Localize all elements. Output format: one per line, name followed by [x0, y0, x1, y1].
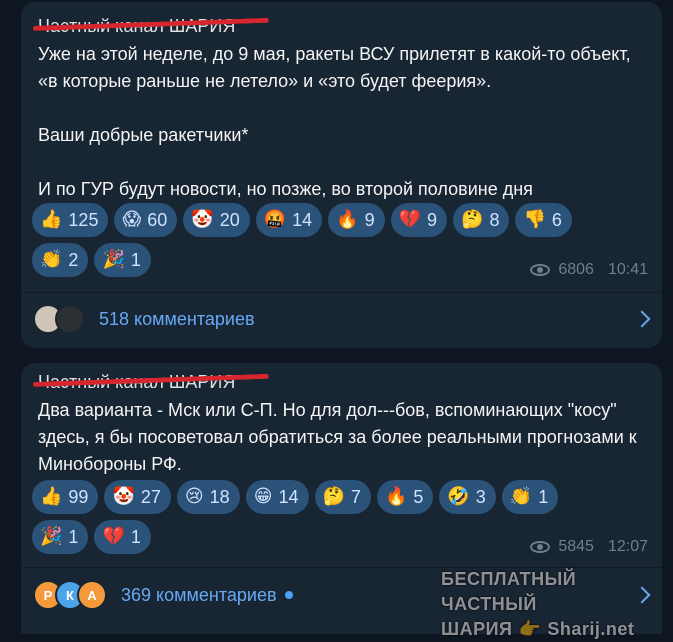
comments-link[interactable]: 518 комментариев	[33, 294, 651, 344]
views-eye-icon	[530, 264, 551, 276]
reaction-broken-heart[interactable]: 💔 9	[390, 203, 448, 237]
reaction-clown[interactable]: 🤡 27	[104, 480, 171, 514]
reaction-broken-heart[interactable]: 💔 1	[94, 520, 151, 554]
watermark-line2a: ШАРИЯ	[441, 619, 513, 639]
reaction-thumbs-down[interactable]: 👎 6	[515, 203, 572, 237]
reaction-crying[interactable]: 😢 18	[176, 480, 240, 514]
avatar	[55, 304, 85, 334]
message-bubble[interactable]: Частный канал ШАРИЯ Уже на этой неделе, …	[21, 2, 662, 348]
chevron-right-icon	[633, 310, 651, 328]
unread-dot-icon	[284, 591, 293, 599]
reaction-clap[interactable]: 👏 2	[32, 243, 89, 277]
watermark-line2b: Sharij.net	[547, 619, 635, 639]
reaction-clap[interactable]: 👏 1	[501, 480, 559, 514]
message-paragraph: И по ГУР будут новости, но позже, во вто…	[38, 179, 533, 199]
reaction-thinking[interactable]: 🤔 7	[314, 480, 371, 514]
message-meta: 5845 12:07	[530, 538, 648, 556]
avatar: А	[77, 580, 107, 610]
message-paragraph: Два варианта - Мск или С-П. Но для дол--…	[38, 400, 637, 474]
reaction-thumbs-up[interactable]: 👍 125	[32, 203, 109, 237]
comments-divider	[21, 292, 662, 293]
watermark: БЕСПЛАТНЫЙ ЧАСТНЫЙ ШАРИЯ 👉 Sharij.net	[441, 567, 673, 642]
message-paragraph: Ваши добрые ракетчики*	[38, 125, 249, 145]
reaction-fire[interactable]: 🔥 9	[328, 203, 385, 237]
message-meta: 6806 10:41	[530, 261, 648, 279]
reaction-rofl[interactable]: 🤣 3	[439, 480, 496, 514]
view-count: 6806	[558, 261, 594, 278]
message-paragraph: Уже на этой неделе, до 9 мая, ракеты ВСУ…	[38, 44, 631, 91]
reaction-cursing[interactable]: 🤬 14	[255, 203, 323, 237]
reaction-thinking[interactable]: 🤔 8	[453, 203, 510, 237]
message-text: Уже на этой неделе, до 9 мая, ракеты ВСУ…	[38, 41, 653, 203]
message-time: 10:41	[607, 261, 648, 278]
views-eye-icon	[530, 541, 551, 553]
reaction-fire[interactable]: 🔥 5	[376, 480, 434, 514]
commenter-avatars: Р К А	[33, 580, 107, 610]
commenter-avatars	[33, 304, 85, 334]
comments-count-label: 518 комментариев	[99, 308, 255, 329]
reaction-grin[interactable]: 😁 14	[245, 480, 309, 514]
reaction-party[interactable]: 🎉 1	[32, 520, 89, 554]
view-count: 5845	[558, 538, 594, 555]
message-text: Два варианта - Мск или С-П. Но для дол--…	[38, 397, 653, 478]
pointing-hand-icon: 👉	[518, 619, 542, 639]
reaction-scream[interactable]: 😱 60	[114, 203, 178, 237]
message-time: 12:07	[607, 538, 648, 555]
reaction-clown[interactable]: 🤡 20	[183, 203, 250, 237]
watermark-line1: БЕСПЛАТНЫЙ ЧАСТНЫЙ	[441, 569, 577, 614]
comments-count-label: 369 комментариев	[121, 584, 277, 605]
reaction-party[interactable]: 🎉 1	[94, 243, 151, 277]
reaction-thumbs-up[interactable]: 👍 99	[32, 480, 99, 514]
